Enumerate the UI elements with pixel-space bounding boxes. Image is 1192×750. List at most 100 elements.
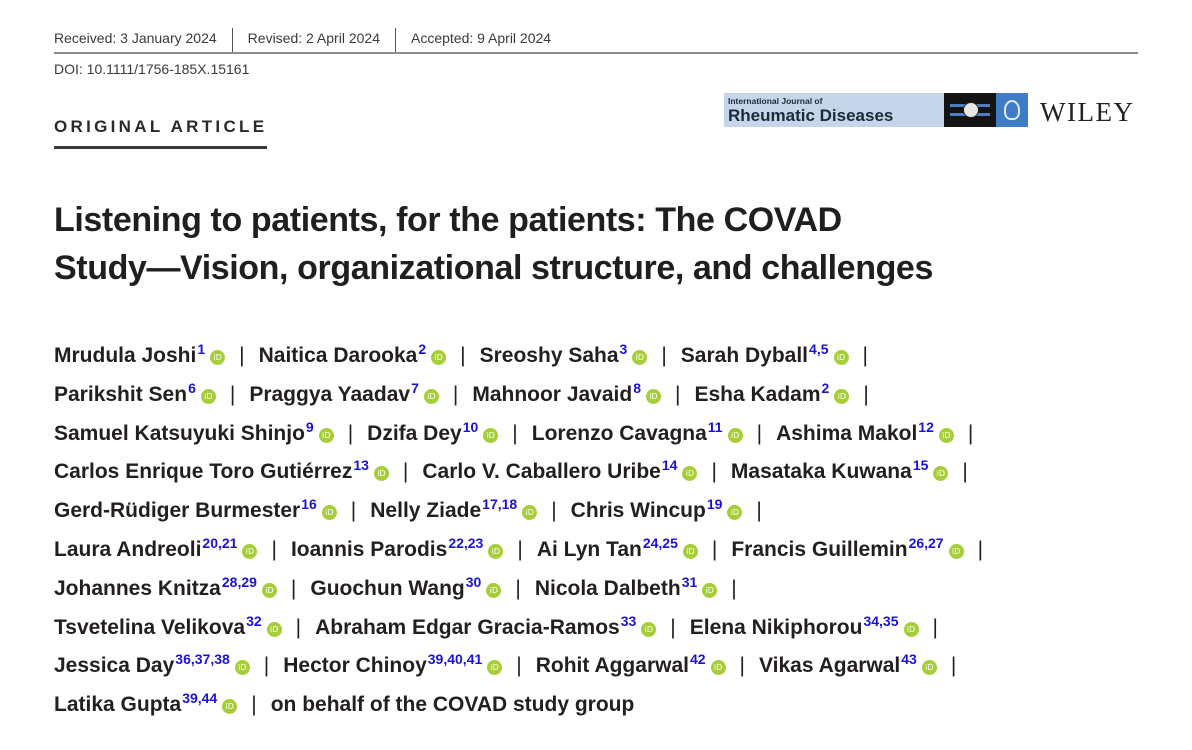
affiliation-marker[interactable]: 8 [633, 380, 641, 396]
author-name[interactable]: Abraham Edgar Gracia-Ramos33iD [315, 613, 657, 639]
affiliation-marker[interactable]: 10 [463, 419, 479, 435]
orcid-icon[interactable]: iD [646, 388, 661, 404]
orcid-icon[interactable]: iD [200, 388, 216, 404]
affiliation-marker[interactable]: 16 [301, 496, 317, 512]
orcid-icon[interactable]: iD [948, 543, 964, 559]
affiliation-marker[interactable]: 4,5 [809, 341, 828, 357]
author-name[interactable]: Nelly Ziade17,18iD [370, 496, 538, 522]
affiliation-marker[interactable]: 11 [708, 419, 723, 435]
publisher-logo[interactable]: WILEY [1040, 97, 1134, 128]
affiliation-marker[interactable]: 20,21 [202, 535, 237, 551]
affiliation-marker[interactable]: 13 [353, 457, 369, 473]
affiliation-marker[interactable]: 26,27 [909, 535, 944, 551]
author-name[interactable]: Elena Nikiphorou34,35iD [690, 613, 919, 639]
author-name[interactable]: Ashima Makol12iD [776, 419, 954, 445]
affiliation-marker[interactable]: 33 [621, 613, 637, 629]
affiliation-marker[interactable]: 17,18 [482, 496, 517, 512]
orcid-icon[interactable]: iD [921, 660, 937, 676]
affiliation-marker[interactable]: 14 [662, 457, 678, 473]
affiliation-marker[interactable]: 31 [682, 574, 698, 590]
orcid-icon[interactable]: iD [522, 505, 538, 521]
orcid-icon[interactable]: iD [682, 543, 698, 559]
author-name[interactable]: Guochun Wang30iD [310, 574, 502, 600]
affiliation-marker[interactable]: 28,29 [222, 574, 257, 590]
author-name[interactable]: Francis Guillemin26,27iD [731, 535, 964, 561]
affiliation-marker[interactable]: 32 [246, 613, 262, 629]
orcid-icon[interactable]: iD [222, 699, 238, 715]
author-name[interactable]: Jessica Day36,37,38iD [54, 651, 250, 677]
affiliation-marker[interactable]: 15 [913, 457, 929, 473]
author-name[interactable]: Gerd-Rüdiger Burmester16iD [54, 496, 337, 522]
orcid-icon[interactable]: iD [702, 582, 718, 598]
orcid-icon[interactable]: iD [834, 388, 850, 404]
author-name[interactable]: Tsvetelina Velikova32iD [54, 613, 282, 639]
author-name[interactable]: Carlos Enrique Toro Gutiérrez13iD [54, 457, 389, 483]
affiliation-marker[interactable]: 7 [411, 380, 419, 396]
journal-banner[interactable]: International Journal of Rheumatic Disea… [724, 93, 944, 127]
author-name[interactable]: Hector Chinoy39,40,41iD [283, 651, 503, 677]
affiliation-marker[interactable]: 24,25 [643, 535, 678, 551]
author-name[interactable]: Parikshit Sen6iD [54, 380, 216, 406]
orcid-icon[interactable]: iD [483, 427, 499, 443]
affiliation-marker[interactable]: 39,40,41 [428, 651, 483, 667]
orcid-icon[interactable]: iD [431, 350, 447, 365]
orcid-icon[interactable]: iD [727, 427, 743, 443]
orcid-icon[interactable]: iD [261, 582, 277, 598]
author-name[interactable]: Sarah Dyball4,5iD [681, 341, 849, 367]
orcid-icon[interactable]: iD [373, 466, 389, 482]
orcid-icon[interactable]: iD [641, 621, 657, 637]
orcid-icon[interactable]: iD [833, 350, 849, 365]
author-name[interactable]: Rohit Aggarwal42iD [536, 651, 726, 677]
doi[interactable]: DOI: 10.1111/1756-185X.15161 [54, 61, 249, 77]
orcid-icon[interactable]: iD [682, 466, 698, 482]
orcid-icon[interactable]: iD [903, 621, 919, 637]
author-name[interactable]: Esha Kadam2iD [694, 380, 850, 406]
affiliation-marker[interactable]: 43 [901, 651, 917, 667]
author-name[interactable]: Samuel Katsuyuki Shinjo9iD [54, 419, 334, 445]
orcid-icon[interactable]: iD [710, 660, 726, 676]
author-name[interactable]: Mrudula Joshi1iD [54, 341, 226, 367]
orcid-icon[interactable]: iD [242, 543, 258, 559]
affiliation-marker[interactable]: 2 [822, 380, 830, 396]
affiliation-marker[interactable]: 9 [306, 419, 314, 435]
orcid-icon[interactable]: iD [487, 660, 503, 676]
author-name[interactable]: Ioannis Parodis22,23iD [291, 535, 504, 561]
orcid-icon[interactable]: iD [234, 660, 250, 676]
affiliation-marker[interactable]: 2 [418, 341, 426, 357]
affiliation-marker[interactable]: 6 [188, 380, 196, 396]
orcid-icon[interactable]: iD [486, 582, 502, 598]
orcid-icon[interactable]: iD [727, 505, 743, 521]
author-name[interactable]: Latika Gupta39,44iD [54, 690, 238, 716]
author-name[interactable]: Chris Wincup19iD [571, 496, 743, 522]
orcid-icon[interactable]: iD [321, 505, 337, 521]
affiliation-marker[interactable]: 34,35 [863, 613, 898, 629]
orcid-icon[interactable]: iD [210, 350, 226, 365]
author-name[interactable]: Laura Andreoli20,21iD [54, 535, 258, 561]
author-name[interactable]: Sreoshy Saha3iD [480, 341, 648, 367]
orcid-icon[interactable]: iD [938, 427, 954, 443]
affiliation-marker[interactable]: 3 [620, 341, 628, 357]
affiliation-marker[interactable]: 36,37,38 [175, 651, 230, 667]
affiliation-marker[interactable]: 22,23 [448, 535, 483, 551]
author-name[interactable]: Nicola Dalbeth31iD [535, 574, 718, 600]
author-name[interactable]: Mahnoor Javaid8iD [472, 380, 661, 406]
author-name[interactable]: Carlo V. Caballero Uribe14iD [422, 457, 698, 483]
affiliation-marker[interactable]: 39,44 [182, 690, 217, 706]
affiliation-marker[interactable]: 42 [690, 651, 706, 667]
author-name[interactable]: Johannes Knitza28,29iD [54, 574, 277, 600]
orcid-icon[interactable]: iD [266, 621, 282, 637]
affiliation-marker[interactable]: 19 [707, 496, 723, 512]
author-name[interactable]: Praggya Yaadav7iD [249, 380, 439, 406]
orcid-icon[interactable]: iD [488, 543, 504, 559]
affiliation-marker[interactable]: 12 [918, 419, 934, 435]
author-name[interactable]: Lorenzo Cavagna11iD [532, 419, 743, 445]
orcid-icon[interactable]: iD [933, 466, 949, 482]
author-name[interactable]: Ai Lyn Tan24,25iD [537, 535, 698, 561]
author-name[interactable]: Vikas Agarwal43iD [759, 651, 937, 677]
affiliation-marker[interactable]: 1 [197, 341, 205, 357]
author-name[interactable]: Masataka Kuwana15iD [731, 457, 949, 483]
author-name[interactable]: Dzifa Dey10iD [367, 419, 499, 445]
affiliation-marker[interactable]: 30 [466, 574, 482, 590]
author-name[interactable]: Naitica Darooka2iD [259, 341, 447, 367]
orcid-icon[interactable]: iD [318, 427, 334, 443]
